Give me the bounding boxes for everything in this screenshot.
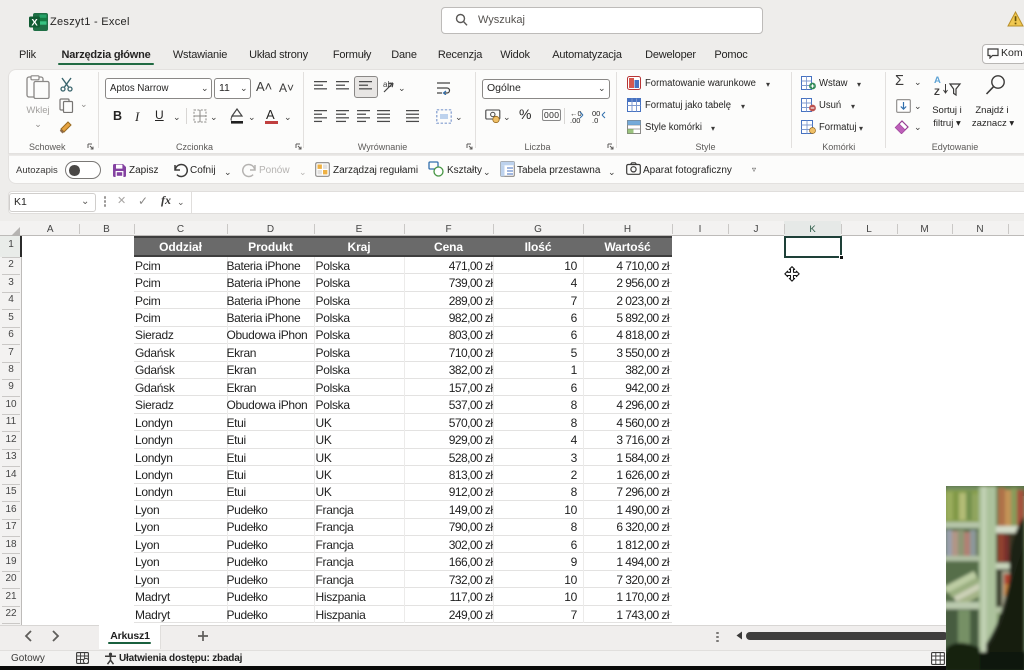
- svg-text:.00: .00: [570, 116, 580, 123]
- svg-text:X: X: [31, 17, 38, 28]
- svg-text:ab: ab: [383, 80, 392, 89]
- svg-text:Z: Z: [934, 87, 940, 97]
- svg-text:A: A: [934, 75, 941, 86]
- svg-text:.0: .0: [592, 116, 598, 123]
